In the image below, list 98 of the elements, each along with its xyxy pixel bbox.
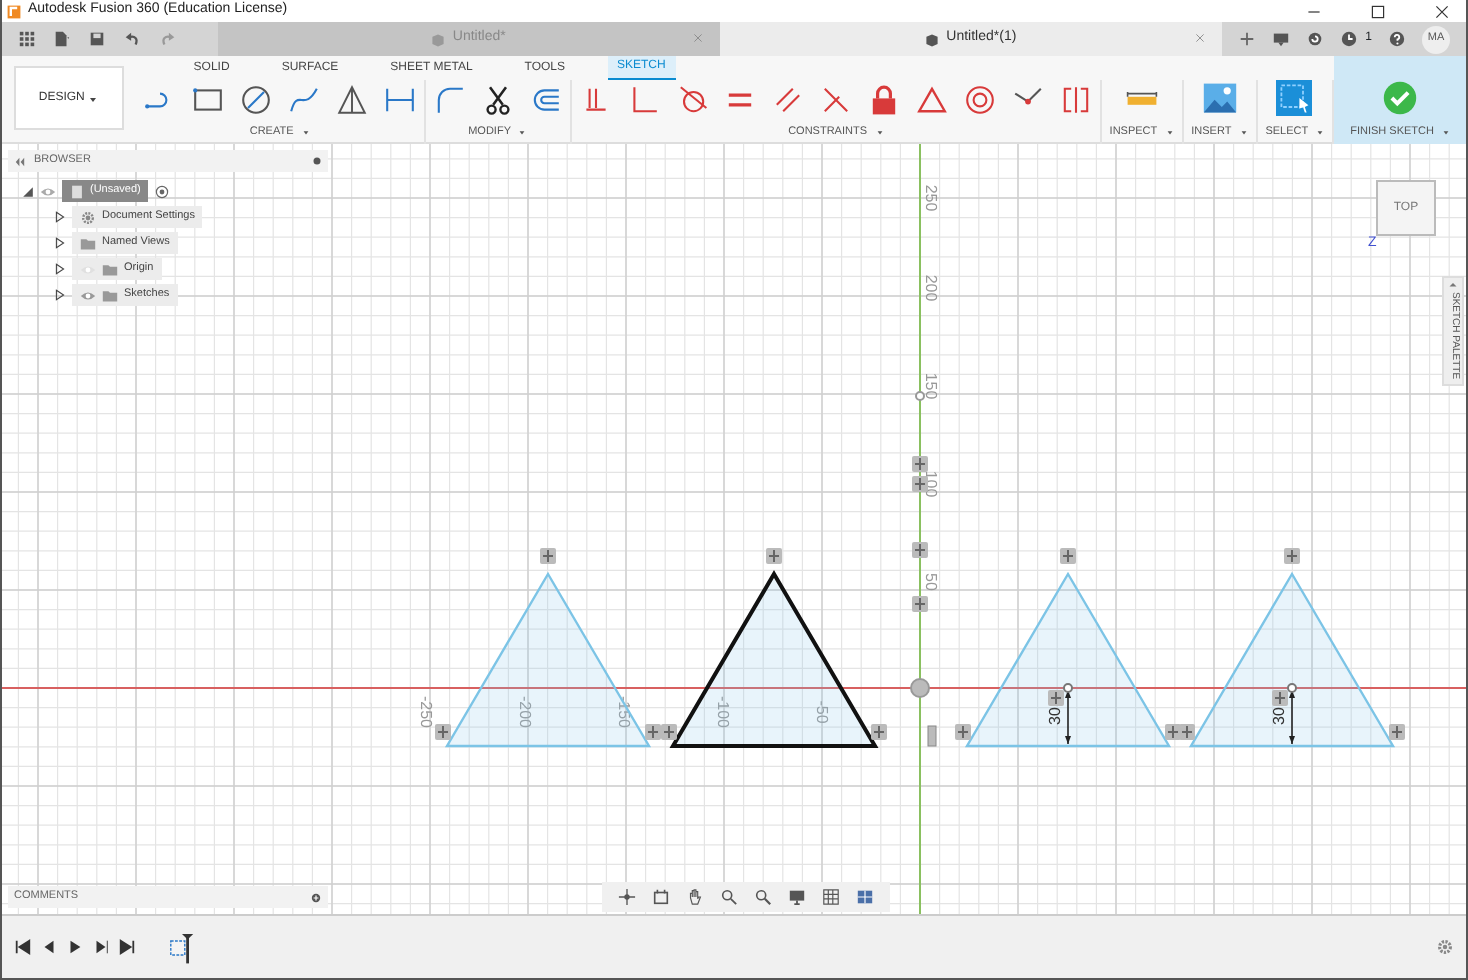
marker-icon: [927, 725, 937, 747]
orbit-icon[interactable]: [618, 888, 636, 906]
axis-label: -50: [812, 700, 831, 724]
document-icon: [70, 183, 84, 199]
axis-label: 50: [921, 573, 940, 591]
constraint-glyph-icon[interactable]: [1048, 690, 1064, 706]
file-icon[interactable]: [52, 30, 72, 48]
axis-label: 200: [921, 274, 940, 302]
selection-icon[interactable]: [1276, 80, 1313, 116]
point-icon[interactable]: [1287, 683, 1297, 693]
dimension-icon[interactable]: [383, 84, 416, 116]
spline-icon[interactable]: [287, 84, 320, 116]
offset-icon[interactable]: [529, 84, 562, 116]
axis-label: 150: [921, 372, 940, 400]
lock-icon[interactable]: [867, 84, 900, 116]
sketch-marker-icon[interactable]: [168, 931, 196, 963]
constraint-glyph-icon[interactable]: [912, 476, 928, 492]
concentric-circles-icon[interactable]: [963, 84, 996, 116]
axis-label: -250: [416, 696, 435, 728]
clock-icon[interactable]: [1339, 30, 1358, 48]
eye-icon[interactable]: [40, 183, 56, 199]
corner-icon[interactable]: [627, 84, 660, 116]
settings-icon[interactable]: [1436, 938, 1454, 956]
circle-tangent-icon[interactable]: [675, 84, 708, 116]
caret-icon: [88, 93, 99, 103]
triangle-outline-icon[interactable]: [915, 84, 948, 116]
play-icon[interactable]: [66, 938, 84, 956]
look-at-icon[interactable]: [652, 888, 670, 906]
image-icon[interactable]: [1201, 80, 1238, 116]
constraint-glyph-icon[interactable]: [1179, 724, 1195, 740]
plus-icon[interactable]: [1237, 30, 1256, 48]
first-frame-icon[interactable]: [14, 938, 32, 956]
expand-icon[interactable]: [22, 185, 34, 197]
pin-icon[interactable]: [312, 156, 322, 166]
next-icon[interactable]: [92, 938, 110, 956]
dimension-arrow[interactable]: [1065, 689, 1071, 745]
zoom-icon[interactable]: [754, 888, 772, 906]
close-icon[interactable]: [1434, 3, 1450, 19]
grid-icon[interactable]: [822, 888, 840, 906]
constraint-glyph-icon[interactable]: [912, 596, 928, 612]
eye-icon[interactable]: [80, 287, 96, 303]
caret-icon: [518, 128, 527, 137]
constraint-glyph-icon[interactable]: [912, 456, 928, 472]
box-icon: [924, 31, 941, 47]
origin-point-icon[interactable]: [910, 678, 930, 698]
dimension-arrow[interactable]: [1289, 689, 1295, 745]
point-icon[interactable]: [1063, 683, 1073, 693]
dimension-value[interactable]: 30: [1270, 707, 1289, 725]
last-frame-icon[interactable]: [118, 938, 136, 956]
hand-icon[interactable]: [686, 888, 704, 906]
axis-label: -200: [515, 696, 534, 728]
constraint-glyph-icon[interactable]: [1284, 548, 1300, 564]
dimension-value[interactable]: 30: [1046, 707, 1065, 725]
save-icon[interactable]: [88, 30, 106, 48]
rectangle-icon[interactable]: [191, 84, 224, 116]
chat-icon[interactable]: [1271, 30, 1290, 48]
constraint-glyph-icon[interactable]: [955, 724, 971, 740]
constraint-glyph-icon[interactable]: [766, 548, 782, 564]
previous-icon[interactable]: [40, 938, 58, 956]
fillet-icon[interactable]: [433, 84, 466, 116]
box-icon: [430, 31, 447, 47]
constraint-glyph-icon[interactable]: [912, 542, 928, 558]
maximize-icon[interactable]: [1370, 3, 1386, 19]
caret-icon: [1165, 128, 1174, 137]
zoom-window-icon[interactable]: [720, 888, 738, 906]
circle-icon[interactable]: [239, 84, 272, 116]
symmetry-icon[interactable]: [1059, 84, 1092, 116]
constraint-glyph-icon[interactable]: [645, 724, 661, 740]
undo-icon[interactable]: [122, 30, 142, 48]
help-icon[interactable]: [1388, 30, 1407, 48]
scissors-icon[interactable]: [481, 84, 514, 116]
display-icon[interactable]: [788, 888, 806, 906]
radio-target-icon[interactable]: [154, 183, 171, 199]
caret-icon: [301, 128, 310, 137]
perpendicular-icon[interactable]: [819, 84, 852, 116]
add-comment-icon[interactable]: [310, 891, 322, 903]
axis-label: 250: [921, 184, 940, 212]
gear-icon: [80, 209, 96, 225]
triangle-icon[interactable]: [335, 84, 368, 116]
parallel-icon[interactable]: [771, 84, 804, 116]
constraint-glyph-icon[interactable]: [1389, 724, 1405, 740]
constraint-glyph-icon[interactable]: [1272, 690, 1288, 706]
collapse-icon: [1448, 282, 1458, 292]
caret-icon: [1239, 128, 1248, 137]
checkmark-icon[interactable]: [1382, 80, 1419, 116]
collapse-icon[interactable]: [14, 155, 26, 167]
constraint-glyph-icon[interactable]: [1060, 548, 1076, 564]
constraint-glyph-icon[interactable]: [540, 548, 556, 564]
grid-menu-icon[interactable]: [18, 30, 36, 48]
viewports-icon[interactable]: [856, 888, 874, 906]
sketch-triangle[interactable]: [669, 570, 879, 748]
constraint-glyph-icon[interactable]: [435, 724, 451, 740]
axis-label: -100: [713, 696, 732, 728]
point-icon[interactable]: [915, 391, 925, 401]
refresh-icon[interactable]: [1305, 30, 1324, 48]
caret-icon: [1316, 128, 1325, 137]
constraint-glyph-icon[interactable]: [661, 724, 677, 740]
constraint-glyph-icon[interactable]: [871, 724, 887, 740]
